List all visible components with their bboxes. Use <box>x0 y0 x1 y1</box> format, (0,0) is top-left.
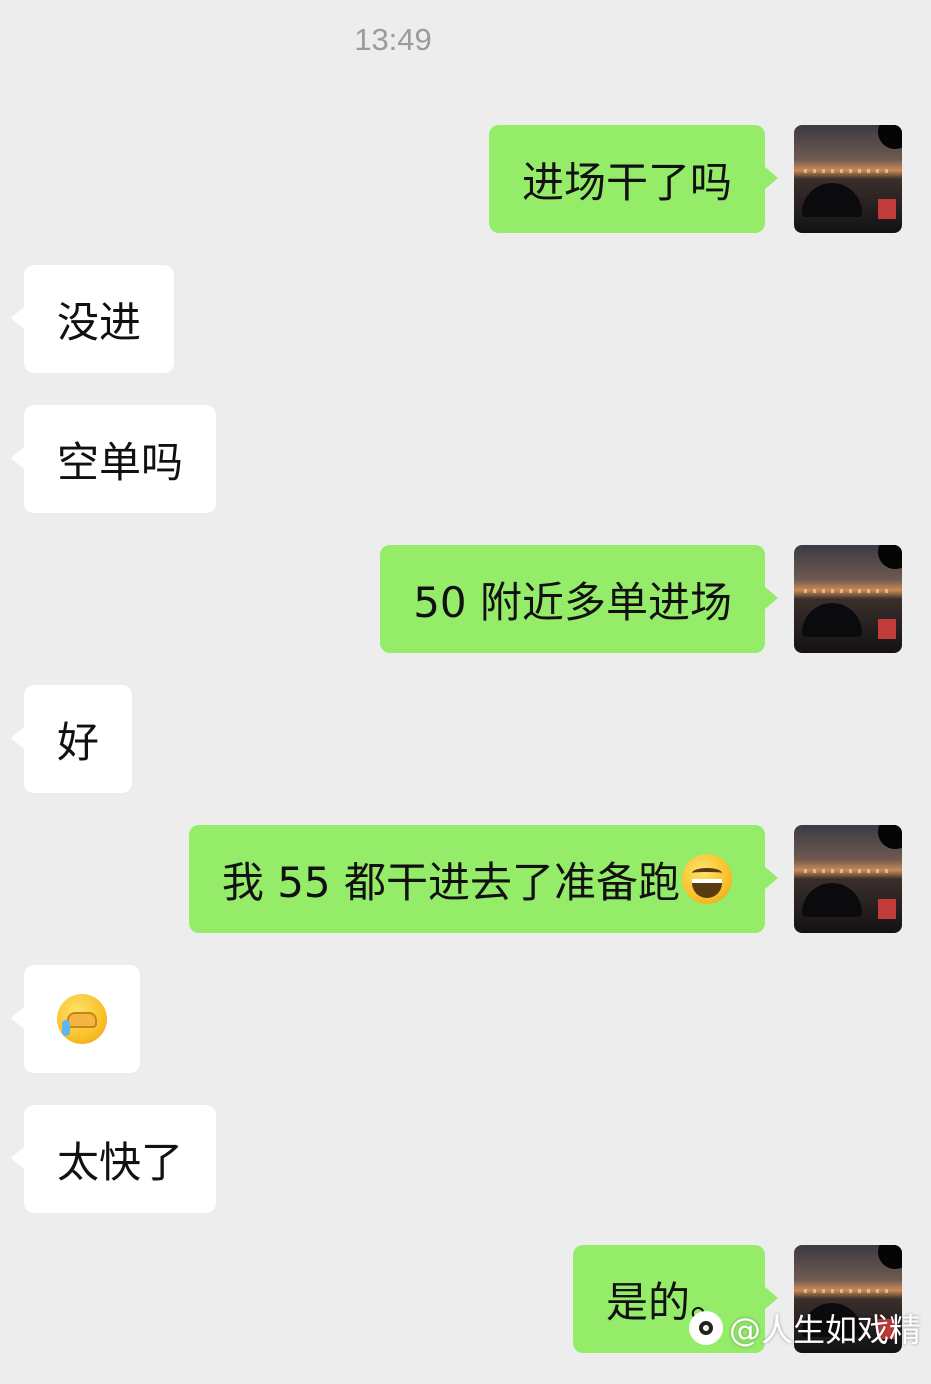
sender-avatar[interactable] <box>794 125 902 233</box>
message-text: 太快了 <box>57 1137 184 1187</box>
message-text: 好 <box>57 717 100 767</box>
platform-logo-icon <box>689 1311 723 1345</box>
grinning-face-icon <box>682 854 732 904</box>
watermark-text: @人生如戏精 <box>729 1311 922 1349</box>
incoming-message-bubble[interactable]: 好 <box>10 685 133 793</box>
message-text: 我 55 都干进去了准备跑 <box>221 857 680 907</box>
watermark: @人生如戏精 <box>689 1305 921 1351</box>
message-text: 没进 <box>57 297 142 347</box>
message-text: 进场干了吗 <box>521 157 732 207</box>
outgoing-message-bubble[interactable]: 我 55 都干进去了准备跑 <box>188 825 779 933</box>
incoming-message-bubble[interactable]: 没进 <box>10 265 175 373</box>
incoming-message-bubble[interactable]: 空单吗 <box>10 405 217 513</box>
incoming-message-bubble[interactable]: 太快了 <box>10 1105 217 1213</box>
outgoing-message-bubble[interactable]: 进场干了吗 <box>488 125 779 233</box>
chat-timestamp: 13:49 <box>354 22 432 57</box>
facepalm-tears-icon <box>57 994 107 1044</box>
outgoing-message-bubble[interactable]: 50 附近多单进场 <box>380 545 778 653</box>
sender-avatar[interactable] <box>794 545 902 653</box>
incoming-message-bubble[interactable] <box>11 965 140 1073</box>
sender-avatar[interactable] <box>794 825 902 933</box>
message-text: 50 附近多单进场 <box>413 577 732 627</box>
message-text: 空单吗 <box>57 437 184 487</box>
